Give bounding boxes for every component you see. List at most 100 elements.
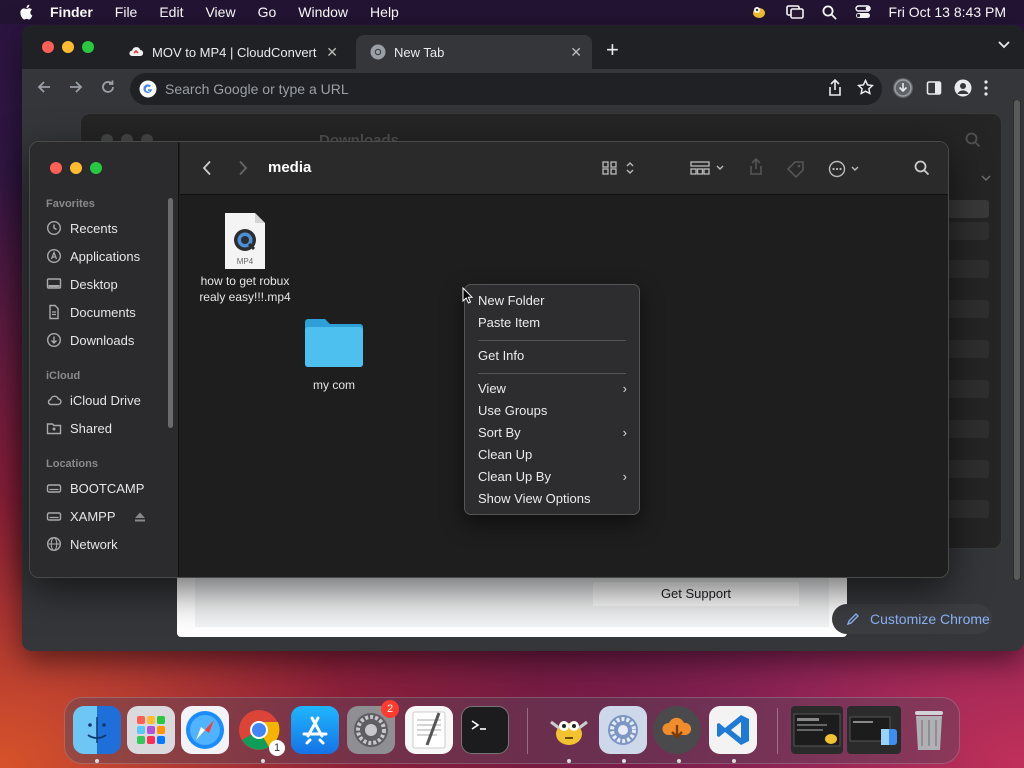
- icon-view-icon[interactable]: [602, 160, 638, 176]
- dock-app-store-icon[interactable]: [291, 706, 339, 754]
- context-menu: New Folder Paste Item Get Info View › Use…: [464, 284, 640, 515]
- reload-icon[interactable]: [100, 79, 116, 95]
- menu-edit[interactable]: Edit: [159, 4, 183, 20]
- menu-finder[interactable]: Finder: [50, 4, 93, 20]
- sidebar-item-label: Shared: [70, 420, 112, 436]
- close-tab-icon[interactable]: ✕: [570, 44, 582, 61]
- dock-window-preview-icon[interactable]: [791, 706, 843, 754]
- folder-item-my-com[interactable]: my com: [284, 316, 384, 393]
- notification-badge: 2: [381, 700, 399, 718]
- dock-cyberduck-icon[interactable]: [545, 706, 593, 754]
- sidebar-item-desktop[interactable]: Desktop: [46, 273, 118, 295]
- menu-item-show-view-options[interactable]: Show View Options: [465, 488, 639, 510]
- sidebar-header-icloud: iCloud: [46, 370, 81, 382]
- dock-safari-icon[interactable]: [181, 706, 229, 754]
- menu-item-sort-by[interactable]: Sort By ›: [465, 422, 639, 444]
- menu-item-clean-up[interactable]: Clean Up: [465, 444, 639, 466]
- menu-item-get-info[interactable]: Get Info: [465, 345, 639, 367]
- sidebar-item-icloud-drive[interactable]: iCloud Drive: [46, 389, 141, 411]
- back-arrow-icon[interactable]: [36, 79, 52, 95]
- control-center-icon[interactable]: [854, 5, 871, 19]
- back-chevron-icon[interactable]: [202, 160, 212, 176]
- dock-textedit-icon[interactable]: [405, 706, 453, 754]
- tag-icon[interactable]: [786, 160, 806, 178]
- sidebar-item-recents[interactable]: Recents: [46, 217, 118, 239]
- screen-mirroring-icon[interactable]: [785, 5, 804, 19]
- minimize-window-button[interactable]: [70, 162, 82, 174]
- sidebar-item-bootcamp[interactable]: BOOTCAMP: [46, 477, 144, 499]
- sidebar-item-documents[interactable]: Documents: [46, 301, 136, 323]
- more-actions-icon[interactable]: [828, 160, 864, 178]
- dock-trash-icon[interactable]: [905, 706, 953, 754]
- dock-terminal-icon[interactable]: [461, 706, 509, 754]
- chrome-icon: [370, 44, 386, 60]
- sidebar-item-downloads[interactable]: Downloads: [46, 329, 134, 351]
- running-indicator: [732, 759, 736, 763]
- tab-search-chevron-icon[interactable]: [998, 41, 1010, 49]
- sidebar-item-applications[interactable]: Applications: [46, 245, 140, 267]
- side-panel-icon[interactable]: [926, 80, 942, 96]
- zoom-window-button[interactable]: [82, 41, 94, 53]
- menu-view[interactable]: View: [205, 4, 235, 20]
- dock-finder-preview-icon[interactable]: [847, 706, 901, 754]
- dock-settings-utility-icon[interactable]: [599, 706, 647, 754]
- dock-separator: [527, 708, 528, 754]
- downloads-icon[interactable]: [892, 77, 914, 99]
- group-by-icon[interactable]: [690, 160, 728, 176]
- menu-item-view[interactable]: View ›: [465, 378, 639, 400]
- menu-item-label: Clean Up By: [478, 469, 551, 484]
- menu-item-use-groups[interactable]: Use Groups: [465, 400, 639, 422]
- menu-go[interactable]: Go: [258, 4, 277, 20]
- close-window-button[interactable]: [42, 41, 54, 53]
- dock-vscode-icon[interactable]: [709, 706, 757, 754]
- sidebar-item-shared[interactable]: Shared: [46, 417, 112, 439]
- apple-menu-icon[interactable]: [18, 4, 36, 20]
- dock-launchpad-icon[interactable]: [127, 706, 175, 754]
- search-icon[interactable]: [965, 132, 981, 148]
- tab-title: New Tab: [394, 44, 445, 60]
- chevron-down-icon[interactable]: [981, 175, 991, 181]
- dock-system-settings-icon[interactable]: 2: [347, 700, 399, 754]
- more-vertical-icon[interactable]: [984, 80, 988, 96]
- tab-cloudconvert[interactable]: MOV to MP4 | CloudConvert ✕: [114, 35, 348, 69]
- menu-item-new-folder[interactable]: New Folder: [465, 290, 639, 312]
- tab-new-tab[interactable]: New Tab ✕: [356, 35, 592, 69]
- sidebar-item-label: Network: [70, 536, 118, 552]
- zoom-window-button[interactable]: [90, 162, 102, 174]
- menu-window[interactable]: Window: [298, 4, 348, 20]
- eject-icon[interactable]: [134, 511, 146, 523]
- menu-item-clean-up-by[interactable]: Clean Up By ›: [465, 466, 639, 488]
- close-window-button[interactable]: [50, 162, 62, 174]
- omnibox[interactable]: Search Google or type a URL: [130, 73, 882, 105]
- menu-file[interactable]: File: [115, 4, 138, 20]
- sidebar-scrollbar[interactable]: [168, 198, 173, 428]
- bookmark-star-icon[interactable]: [857, 79, 874, 96]
- customize-chrome-button[interactable]: Customize Chrome: [832, 604, 992, 634]
- submenu-chevron-icon: ›: [622, 469, 627, 484]
- dock-downloader-icon[interactable]: [653, 706, 701, 754]
- google-icon: [139, 80, 157, 98]
- share-icon[interactable]: [827, 79, 843, 97]
- minimize-window-button[interactable]: [62, 41, 74, 53]
- menu-help[interactable]: Help: [370, 4, 399, 20]
- forward-arrow-icon[interactable]: [68, 79, 84, 95]
- profile-avatar-icon[interactable]: [954, 79, 972, 97]
- close-tab-icon[interactable]: ✕: [326, 44, 338, 61]
- dock-finder-icon[interactable]: [73, 706, 121, 754]
- get-support-button[interactable]: Get Support: [593, 582, 799, 606]
- cyberduck-status-icon[interactable]: [750, 4, 768, 20]
- sidebar-item-network[interactable]: Network: [46, 533, 118, 555]
- file-item-mp4[interactable]: MP4 how to get robux realy easy!!!.mp4: [190, 212, 300, 305]
- new-tab-button[interactable]: +: [606, 37, 619, 63]
- menubar-clock[interactable]: Fri Oct 13 8:43 PM: [889, 4, 1006, 20]
- page-scrollbar[interactable]: [1013, 100, 1021, 580]
- search-icon[interactable]: [914, 160, 930, 176]
- menu-item-paste-item[interactable]: Paste Item: [465, 312, 639, 334]
- sidebar-item-xampp[interactable]: XAMPP: [46, 505, 116, 527]
- share-icon[interactable]: [748, 158, 764, 176]
- running-indicator: [95, 759, 99, 763]
- spotlight-search-icon[interactable]: [822, 5, 837, 20]
- applications-icon: [46, 248, 62, 264]
- forward-chevron-icon[interactable]: [238, 160, 248, 176]
- dock-chrome-icon[interactable]: 1: [235, 706, 285, 756]
